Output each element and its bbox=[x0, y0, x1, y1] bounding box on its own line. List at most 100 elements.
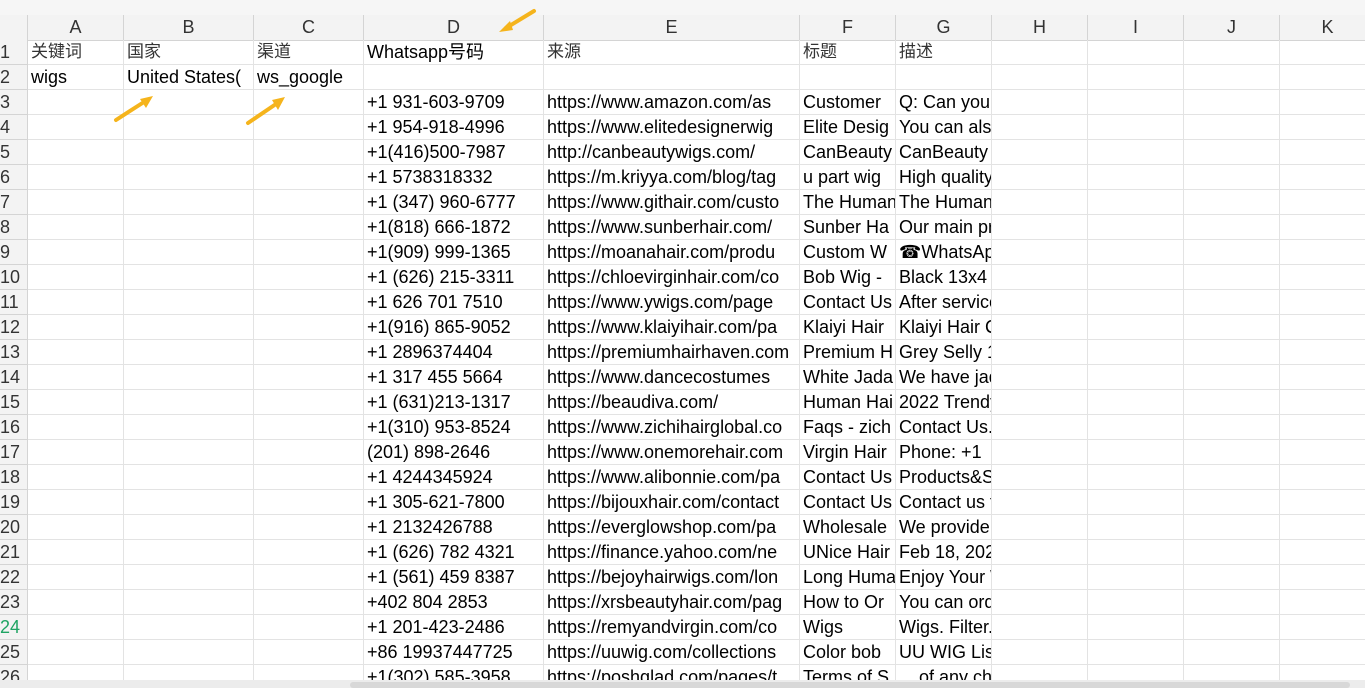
cell-e19[interactable]: https://bijouxhair.com/contact bbox=[544, 490, 800, 515]
cell-d4[interactable]: +1 954-918-4996 bbox=[364, 115, 544, 140]
cell-k25[interactable] bbox=[1280, 640, 1365, 665]
cell-h2[interactable] bbox=[992, 65, 1088, 90]
cell-b8[interactable] bbox=[124, 215, 254, 240]
cell-g20[interactable]: We provide premium quality human hair wi… bbox=[896, 515, 992, 540]
cell-a10[interactable] bbox=[28, 265, 124, 290]
cell-k2[interactable] bbox=[1280, 65, 1365, 90]
cell-e15[interactable]: https://beaudiva.com/ bbox=[544, 390, 800, 415]
cell-h15[interactable] bbox=[992, 390, 1088, 415]
cell-a1[interactable]: 关键词 bbox=[28, 40, 124, 65]
cell-e1[interactable]: 来源 bbox=[544, 40, 800, 65]
row-header[interactable]: 23 bbox=[0, 590, 28, 615]
cell-c9[interactable] bbox=[254, 240, 364, 265]
cell-k24[interactable] bbox=[1280, 615, 1365, 640]
cell-h16[interactable] bbox=[992, 415, 1088, 440]
cell-a25[interactable] bbox=[28, 640, 124, 665]
cell-a21[interactable] bbox=[28, 540, 124, 565]
cell-f25[interactable]: Color bob bbox=[800, 640, 896, 665]
cell-h8[interactable] bbox=[992, 215, 1088, 240]
cell-d21[interactable]: +1 (626) 782 4321 bbox=[364, 540, 544, 565]
cell-b1[interactable]: 国家 bbox=[124, 40, 254, 65]
cell-k13[interactable] bbox=[1280, 340, 1365, 365]
cell-d23[interactable]: +402 804 2853 bbox=[364, 590, 544, 615]
cell-f1[interactable]: 标题 bbox=[800, 40, 896, 65]
cell-f11[interactable]: Contact Us bbox=[800, 290, 896, 315]
cell-d16[interactable]: +1(310) 953-8524 bbox=[364, 415, 544, 440]
cell-i25[interactable] bbox=[1088, 640, 1184, 665]
cell-f22[interactable]: Long Huma bbox=[800, 565, 896, 590]
cell-e11[interactable]: https://www.ywigs.com/page bbox=[544, 290, 800, 315]
cell-j3[interactable] bbox=[1184, 90, 1280, 115]
cell-h4[interactable] bbox=[992, 115, 1088, 140]
cell-j4[interactable] bbox=[1184, 115, 1280, 140]
cell-d17[interactable]: (201) 898-2646 bbox=[364, 440, 544, 465]
cell-f24[interactable]: Wigs bbox=[800, 615, 896, 640]
cell-k15[interactable] bbox=[1280, 390, 1365, 415]
cell-a16[interactable] bbox=[28, 415, 124, 440]
cell-b11[interactable] bbox=[124, 290, 254, 315]
cell-c7[interactable] bbox=[254, 190, 364, 215]
cell-h19[interactable] bbox=[992, 490, 1088, 515]
cell-j15[interactable] bbox=[1184, 390, 1280, 415]
cell-f17[interactable]: Virgin Hair bbox=[800, 440, 896, 465]
cell-j13[interactable] bbox=[1184, 340, 1280, 365]
cell-j2[interactable] bbox=[1184, 65, 1280, 90]
cell-j22[interactable] bbox=[1184, 565, 1280, 590]
column-header-h[interactable]: H bbox=[992, 15, 1088, 40]
cell-g12[interactable]: Klaiyi Hair Customer Service Team ; What… bbox=[896, 315, 992, 340]
cell-d5[interactable]: +1(416)500-7987 bbox=[364, 140, 544, 165]
cell-j8[interactable] bbox=[1184, 215, 1280, 240]
cell-e17[interactable]: https://www.onemorehair.com bbox=[544, 440, 800, 465]
cell-a4[interactable] bbox=[28, 115, 124, 140]
cell-f7[interactable]: The Human bbox=[800, 190, 896, 215]
cell-h14[interactable] bbox=[992, 365, 1088, 390]
cell-c6[interactable] bbox=[254, 165, 364, 190]
cell-d19[interactable]: +1 305-621-7800 bbox=[364, 490, 544, 515]
row-header[interactable]: 18 bbox=[0, 465, 28, 490]
cell-i11[interactable] bbox=[1088, 290, 1184, 315]
column-header-a[interactable]: A bbox=[28, 15, 124, 40]
cell-b6[interactable] bbox=[124, 165, 254, 190]
cell-i13[interactable] bbox=[1088, 340, 1184, 365]
cell-h20[interactable] bbox=[992, 515, 1088, 540]
cell-c19[interactable] bbox=[254, 490, 364, 515]
cell-f3[interactable]: Customer bbox=[800, 90, 896, 115]
cell-a6[interactable] bbox=[28, 165, 124, 190]
cell-a7[interactable] bbox=[28, 190, 124, 215]
row-header[interactable]: 10 bbox=[0, 265, 28, 290]
cell-a15[interactable] bbox=[28, 390, 124, 415]
cell-f23[interactable]: How to Or bbox=[800, 590, 896, 615]
cell-c20[interactable] bbox=[254, 515, 364, 540]
cell-b7[interactable] bbox=[124, 190, 254, 215]
cell-j21[interactable] bbox=[1184, 540, 1280, 565]
cell-f12[interactable]: Klaiyi Hair bbox=[800, 315, 896, 340]
cell-k22[interactable] bbox=[1280, 565, 1365, 590]
cell-d18[interactable]: +1 4244345924 bbox=[364, 465, 544, 490]
cell-h17[interactable] bbox=[992, 440, 1088, 465]
cell-e21[interactable]: https://finance.yahoo.com/ne bbox=[544, 540, 800, 565]
cell-a17[interactable] bbox=[28, 440, 124, 465]
cell-h24[interactable] bbox=[992, 615, 1088, 640]
cell-d10[interactable]: +1 (626) 215-3311 bbox=[364, 265, 544, 290]
row-header[interactable]: 25 bbox=[0, 640, 28, 665]
row-header[interactable]: 16 bbox=[0, 415, 28, 440]
cell-c11[interactable] bbox=[254, 290, 364, 315]
cell-f14[interactable]: White Jada bbox=[800, 365, 896, 390]
column-header-j[interactable]: J bbox=[1184, 15, 1280, 40]
cell-d2[interactable] bbox=[364, 65, 544, 90]
cell-b22[interactable] bbox=[124, 565, 254, 590]
column-header-k[interactable]: K bbox=[1280, 15, 1365, 40]
row-header[interactable]: 13 bbox=[0, 340, 28, 365]
column-header-c[interactable]: C bbox=[254, 15, 364, 40]
column-header-f[interactable]: F bbox=[800, 15, 896, 40]
cell-b2[interactable]: United States( bbox=[124, 65, 254, 90]
cell-c1[interactable]: 渠道 bbox=[254, 40, 364, 65]
cell-j24[interactable] bbox=[1184, 615, 1280, 640]
row-header[interactable]: 22 bbox=[0, 565, 28, 590]
cell-d3[interactable]: +1 931-603-9709 bbox=[364, 90, 544, 115]
cell-i7[interactable] bbox=[1088, 190, 1184, 215]
row-header[interactable]: 4 bbox=[0, 115, 28, 140]
cell-e7[interactable]: https://www.githair.com/custo bbox=[544, 190, 800, 215]
column-header-b[interactable]: B bbox=[124, 15, 254, 40]
cell-d12[interactable]: +1(916) 865-9052 bbox=[364, 315, 544, 340]
